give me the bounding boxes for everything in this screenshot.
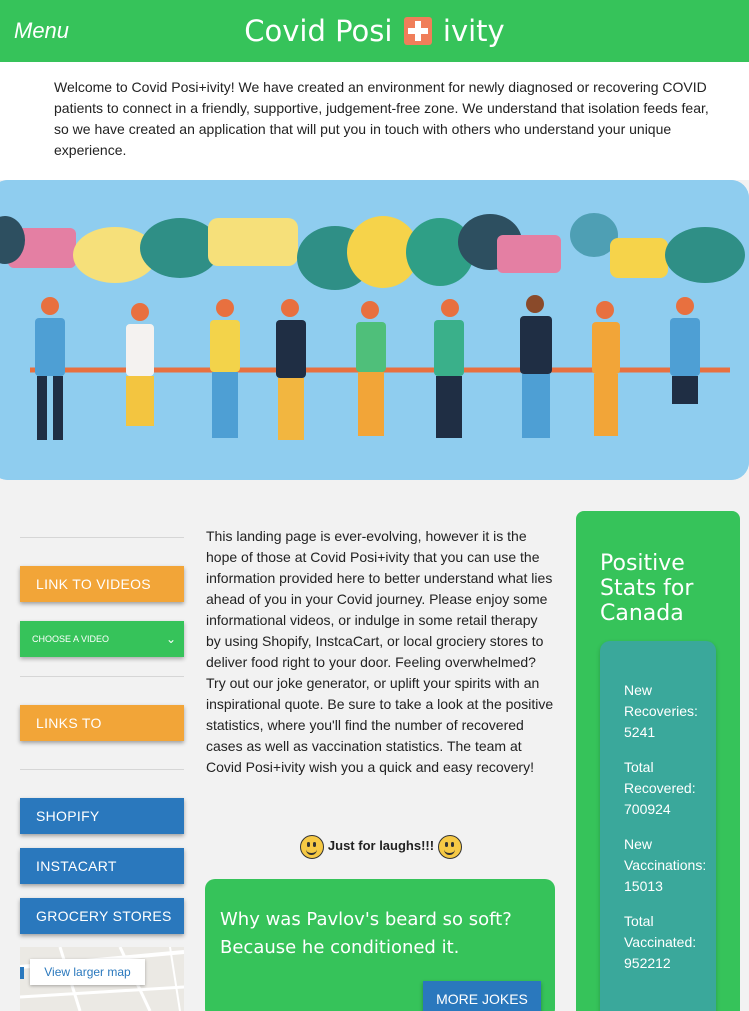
smiley-face-icon — [300, 834, 325, 859]
choose-video-select-value: CHOOSE A VIDEO — [32, 634, 110, 644]
map-marker-icon — [20, 967, 24, 979]
stat-value: 952212 — [624, 955, 671, 971]
choose-video-select[interactable]: CHOOSE A VIDEO ⌄ — [20, 621, 184, 657]
stat-value: 15013 — [624, 878, 663, 894]
stat-label: New Recoveries: — [624, 682, 698, 719]
shopify-button[interactable]: SHOPIFY — [20, 798, 184, 834]
just-for-laughs-label: Just for laughs!!! — [327, 838, 435, 853]
stat-new-vaccinations: New Vaccinations: 15013 — [624, 834, 714, 897]
hero-illustration — [0, 180, 749, 480]
link-to-videos-button[interactable]: LINK TO VIDEOS — [20, 566, 184, 602]
just-for-laughs-heading: Just for laughs!!! — [206, 833, 556, 859]
sidebar-divider — [20, 676, 184, 677]
stat-total-vaccinated: Total Vaccinated: 952212 — [624, 911, 714, 974]
intro-text: Welcome to Covid Posi+ivity! We have cre… — [54, 79, 709, 158]
site-title: Covid Posi ivity — [0, 14, 749, 48]
top-nav-bar: Menu Covid Posi ivity — [0, 0, 749, 62]
stat-label: Total Recovered: — [624, 759, 696, 796]
site-title-right: ivity — [442, 14, 505, 48]
stat-total-recovered: Total Recovered: 700924 — [624, 757, 714, 820]
links-to-button[interactable]: LINKS TO — [20, 705, 184, 741]
smiley-face-icon — [437, 834, 462, 859]
stats-title: Positive Stats for Canada — [600, 551, 694, 626]
site-title-left: Covid Posi — [244, 14, 393, 48]
sidebar-divider — [20, 769, 184, 770]
view-larger-map-link[interactable]: View larger map — [30, 959, 145, 985]
more-jokes-button[interactable]: MORE JOKES — [423, 981, 541, 1011]
intro-section: Welcome to Covid Posi+ivity! We have cre… — [0, 62, 749, 180]
landing-description: This landing page is ever-evolving, howe… — [206, 528, 554, 775]
stat-value: 700924 — [624, 801, 671, 817]
sidebar-divider — [20, 537, 184, 538]
grocery-stores-button[interactable]: GROCERY STORES — [20, 898, 184, 934]
chevron-down-icon: ⌄ — [165, 632, 176, 646]
stat-value: 5241 — [624, 724, 656, 740]
stat-new-recoveries: New Recoveries: 5241 — [624, 680, 714, 743]
medical-cross-icon — [403, 17, 432, 45]
joke-text: Why was Pavlov's beard so soft? Because … — [220, 909, 512, 958]
instacart-button[interactable]: INSTACART — [20, 848, 184, 884]
people-holding-hands-illustration — [0, 180, 749, 480]
stat-label: New Vaccinations: — [624, 836, 707, 873]
stat-label: Total Vaccinated: — [624, 913, 697, 950]
